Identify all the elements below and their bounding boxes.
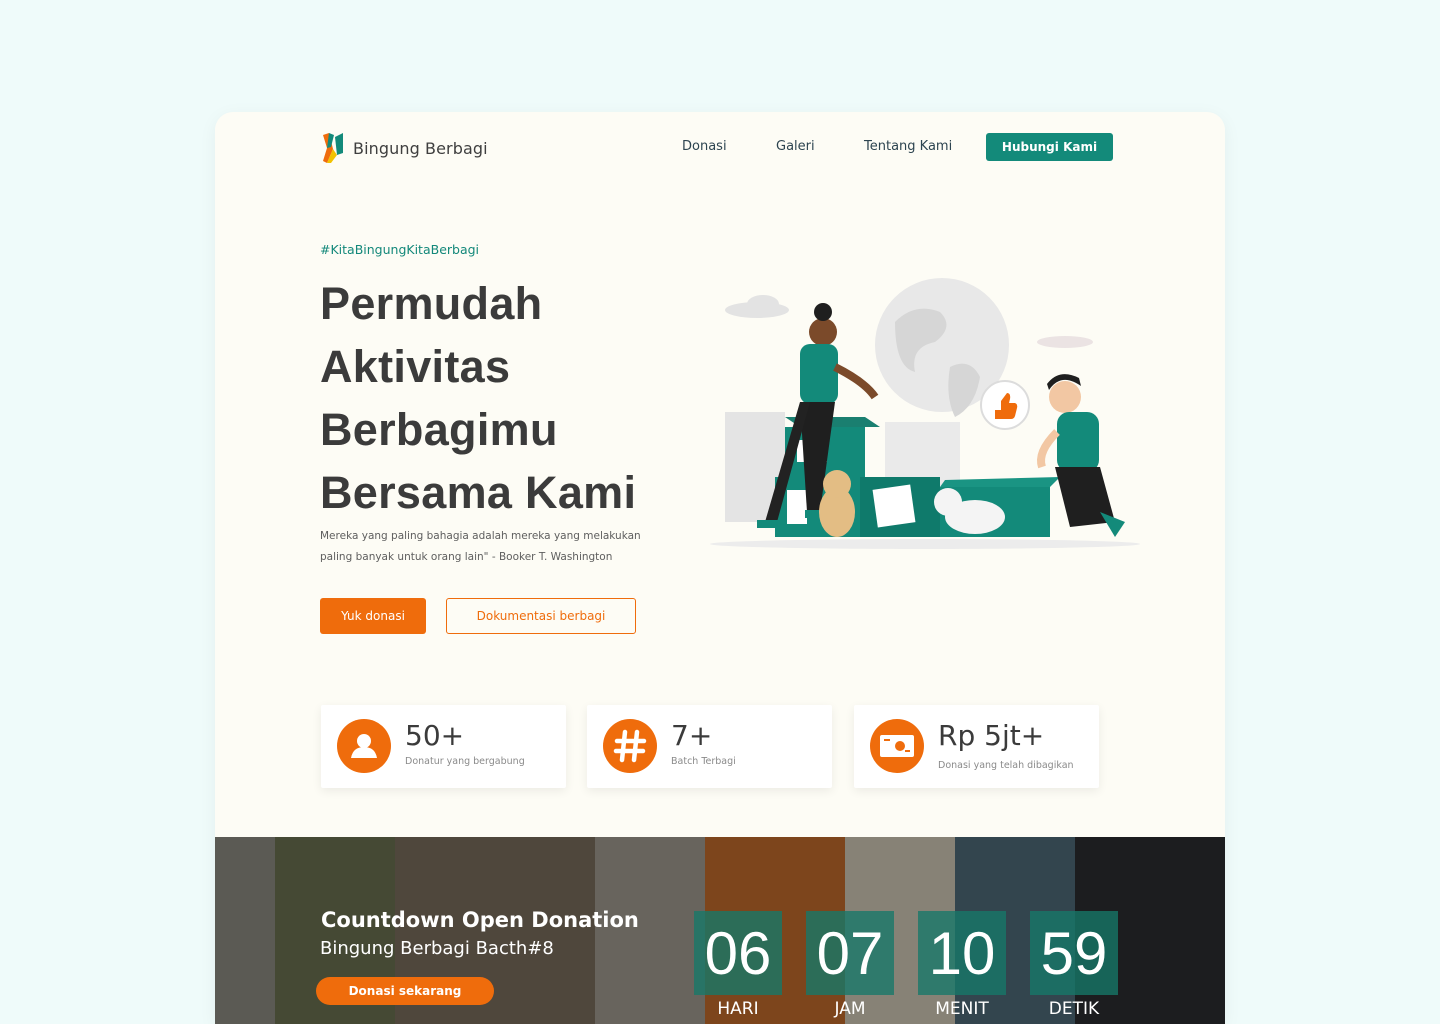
countdown-hours-label: JAM — [834, 999, 866, 1019]
stat-value: Rp 5jt+ — [938, 719, 1045, 752]
user-icon — [337, 719, 391, 773]
hero-headline: Permudah Aktivitas Berbagimu Bersama Kam… — [320, 272, 700, 524]
countdown-seconds-value: 59 — [1040, 920, 1108, 987]
stat-value: 7+ — [671, 719, 713, 752]
brand-name: Bingung Berbagi — [353, 138, 488, 158]
headline-line: Bersama Kami — [320, 467, 637, 518]
headline-line: Aktivitas — [320, 341, 511, 392]
countdown-hours-tile: 07 — [806, 911, 894, 995]
countdown-seconds-label: DETIK — [1048, 999, 1100, 1019]
nav-tentang-kami[interactable]: Tentang Kami — [864, 139, 952, 154]
countdown-minutes-tile: 10 — [918, 911, 1006, 995]
countdown-title: Countdown Open Donation — [321, 908, 639, 932]
stat-card-batches: 7+ Batch Terbagi — [587, 705, 832, 788]
hero-hashtag: #KitaBingungKitaBerbagi — [320, 242, 480, 257]
headline-line: Berbagimu — [320, 404, 558, 455]
donation-illustration — [710, 278, 1140, 549]
brand-logo[interactable]: Bingung Berbagi — [321, 131, 488, 165]
quote-line: paling banyak untuk orang lain" - Booker… — [320, 551, 613, 563]
countdown-days-value: 06 — [704, 920, 772, 987]
stat-label: Batch Terbagi — [671, 756, 736, 767]
countdown-minutes-value: 10 — [928, 920, 996, 987]
countdown-subtitle: Bingung Berbagi Bacth#8 — [320, 938, 554, 959]
logo-icon — [323, 133, 343, 163]
hero-quote: Mereka yang paling bahagia adalah mereka… — [320, 526, 690, 568]
landing-card: Bingung Berbagi Donasi Galeri Tentang Ka… — [215, 112, 1225, 1024]
countdown-days-tile: 06 — [694, 911, 782, 995]
countdown-hours-value: 07 — [816, 920, 884, 987]
stat-label: Donasi yang telah dibagikan — [938, 760, 1074, 771]
countdown-days-label: HARI — [717, 999, 759, 1019]
nav-donasi[interactable]: Donasi — [682, 139, 727, 154]
nav-galeri[interactable]: Galeri — [776, 139, 815, 154]
donate-now-button[interactable]: Donasi sekarang — [316, 977, 494, 1005]
stat-value: 50+ — [405, 719, 465, 752]
contact-button[interactable]: Hubungi Kami — [986, 133, 1113, 161]
stat-card-donations: Rp 5jt+ Donasi yang telah dibagikan — [854, 705, 1099, 788]
hashtag-icon — [603, 719, 657, 773]
donate-button[interactable]: Yuk donasi — [320, 598, 426, 634]
countdown-minutes-label: MENIT — [935, 999, 989, 1019]
countdown-section: Countdown Open Donation Bingung Berbagi … — [215, 837, 1225, 1024]
headline-line: Permudah — [320, 278, 543, 329]
quote-line: Mereka yang paling bahagia adalah mereka… — [320, 530, 641, 542]
documentation-button[interactable]: Dokumentasi berbagi — [446, 598, 636, 634]
money-icon — [870, 719, 924, 773]
countdown-seconds-tile: 59 — [1030, 911, 1118, 995]
stat-label: Donatur yang bergabung — [405, 756, 525, 767]
stat-card-donors: 50+ Donatur yang bergabung — [321, 705, 566, 788]
